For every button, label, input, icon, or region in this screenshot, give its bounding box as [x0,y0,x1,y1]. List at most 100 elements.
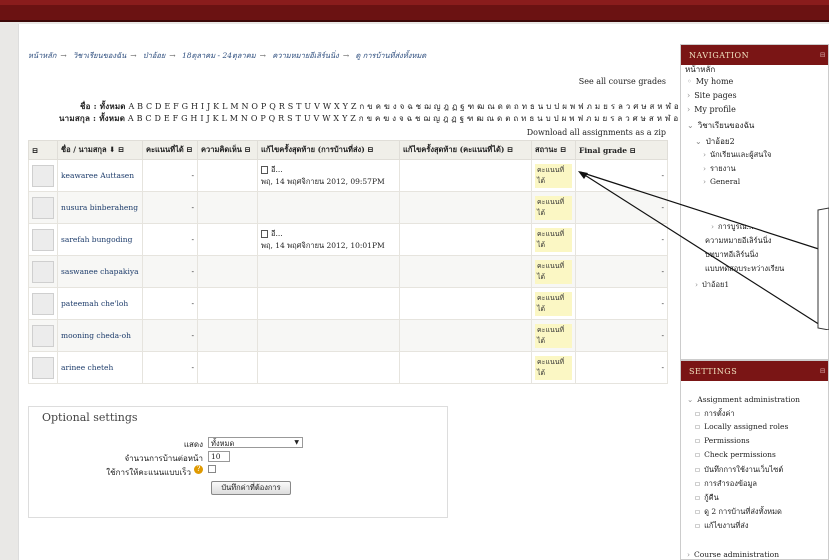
col-name[interactable]: ชื่อ / นามสกุล ⬇ ⊟ [57,140,143,160]
table-row: sarefah bungoding - อี... พฤ, 14 พฤศจิกายน … [28,223,668,256]
nav-item[interactable]: ◦ My home [687,77,733,86]
table-row: saswanee chapakiya - คะแนนที่ได้ - [28,255,668,288]
see-all-grades-link[interactable]: See all course grades [579,77,666,86]
nav-item-label: หน้าหลัก [685,65,716,74]
settings-block: SETTINGS ⊟ ⌄ Assignment administration ▫ การ… [680,360,829,560]
student-name[interactable]: pateemah che'loh [57,287,143,320]
final-grade-cell: - [575,287,668,320]
row-select-cell [28,159,58,192]
student-name[interactable]: nusura binberaheng [57,191,143,224]
navigation-header: NAVIGATION ⊟ [681,45,828,65]
nav-item[interactable]: › My profile [687,105,736,114]
submission-file-link[interactable]: อี... [271,229,283,238]
nav-item[interactable]: ⌄ วิชาเรียนของฉัน [687,119,754,132]
nav-item[interactable]: ความหมายอีเลิร์นนิ่ง [705,235,772,247]
settings-bullet-icon: ▫ [695,422,701,431]
avatar[interactable] [32,356,54,379]
settings-item[interactable]: ▫ แก้ไขงานที่ส่ง [695,520,749,532]
block-control-icon[interactable]: ⊟ [820,51,826,59]
student-name[interactable]: arinee cheteh [57,351,143,384]
status-badge[interactable]: คะแนนที่ได้ [535,227,572,252]
nav-item[interactable]: › ป่าอ้อย1 [695,279,729,291]
status-badge[interactable]: คะแนนที่ได้ [535,195,572,220]
col-grade-modified[interactable]: แก้ไขครั้งสุดท้าย (คะแนนที่ได้) ⊟ [399,140,532,160]
avatar[interactable] [32,292,54,315]
block-control-icon[interactable]: ⊟ [820,367,826,375]
student-name[interactable]: mooning cheda-oh [57,319,143,352]
settings-item[interactable]: ▫ กู้คืน [695,492,719,504]
nav-item[interactable]: › นักเรียนและผู้สนใจ [703,149,771,161]
last-name-letters[interactable]: A B C D E F G H I J K L M N O P Q R S T … [128,114,686,123]
nav-item[interactable]: › General [703,177,740,186]
nav-item[interactable]: แบบทดสอบระหว่างเรียน [705,263,784,275]
status-badge[interactable]: คะแนนที่ได้ [535,355,572,380]
save-preferences-button[interactable]: บันทึกค่าที่ต้องการ [211,481,291,495]
avatar[interactable] [32,228,54,251]
avatar[interactable] [32,324,54,347]
final-grade-cell: - [575,191,668,224]
avatar[interactable] [32,196,54,219]
avatar[interactable] [32,164,54,187]
last-name-all-link[interactable]: ทั้งหมด [99,113,125,123]
col-final-grade[interactable]: Final grade ⊟ [575,140,668,160]
status-badge[interactable]: คะแนนที่ได้ [535,259,572,284]
col-comment[interactable]: ความคิดเห็น ⊟ [197,140,258,160]
nav-item-label: วิชาเรียนของฉัน [697,121,755,130]
show-select[interactable]: ทั้งหมด ▼ [208,437,303,448]
settings-item-label: ดู 2 การบ้านที่ส่งทั้งหมด [704,507,782,516]
nav-item[interactable]: › Site pages [687,91,737,100]
table-row: arinee cheteh - คะแนนที่ได้ - [28,351,668,384]
settings-item-label: แก้ไขงานที่ส่ง [704,521,749,530]
nav-item[interactable]: หน้าหลัก [685,63,715,76]
student-name[interactable]: sarefah bungoding [57,223,143,256]
settings-item[interactable]: › Course administration [687,550,779,559]
first-name-letters[interactable]: A B C D E F G H I J K L M N O P Q R S T … [128,102,686,111]
grade-modified-cell [399,191,532,224]
breadcrumb-course[interactable]: ป่าอ้อย [143,51,165,60]
status-badge[interactable]: คะแนนที่ได้ [535,291,572,316]
grade-cell: - [142,191,198,224]
settings-item[interactable]: ▫ Permissions [695,436,750,445]
submission-cell [257,255,400,288]
student-name[interactable]: saswanee chapakiya [57,255,143,288]
col-submission-modified[interactable]: แก้ไขครั้งสุดท้าย (การบ้านที่ส่ง) ⊟ [257,140,400,160]
nav-bullet-icon: › [711,222,714,231]
settings-item[interactable]: ▫ Check permissions [695,450,776,459]
first-name-all-link[interactable]: ทั้งหมด [100,101,126,111]
breadcrumb-week[interactable]: 18ตุลาคม - 24ตุลาคม [182,51,256,60]
breadcrumb-home[interactable]: หน้าหลัก [28,51,56,60]
download-all-link[interactable]: Download all assignments as a zip [527,128,666,137]
settings-item[interactable]: ▫ การตั้งค่า [695,408,735,420]
status-badge[interactable]: คะแนนที่ได้ [535,163,572,188]
settings-item[interactable]: ▫ ดู 2 การบ้านที่ส่งทั้งหมด [695,506,782,518]
comment-cell [197,255,258,288]
settings-item[interactable]: ▫ Locally assigned roles [695,422,788,431]
breadcrumb-my-courses[interactable]: วิชาเรียนของฉัน [73,51,126,60]
settings-item[interactable]: ⌄ Assignment administration [687,395,800,404]
nav-item[interactable]: ⌄ ป่าอ้อย2 [695,135,735,148]
col-select[interactable]: ⊟ [28,140,58,160]
nav-item[interactable]: › รายงาน [703,163,736,175]
final-grade-cell: - [575,351,668,384]
settings-bullet-icon: › [687,550,690,559]
perpage-input[interactable]: 10 [208,451,230,462]
help-icon[interactable]: ? [194,465,203,474]
row-select-cell [28,351,58,384]
nav-item[interactable]: › การบูรณ... [711,221,754,233]
submission-file-link[interactable]: อี... [271,165,283,174]
settings-item[interactable]: ▫ บันทึกการใช้งานเว็บไซต์ [695,464,783,476]
settings-item[interactable]: ▫ การสำรองข้อมูล [695,478,757,490]
grade-modified-cell [399,159,532,192]
settings-item-label: การตั้งค่า [704,409,735,418]
col-grade[interactable]: คะแนนที่ได้ ⊟ [142,140,198,160]
quick-grading-label: ใช้การให้คะแนนแบบเร็ว [106,468,191,477]
avatar[interactable] [32,260,54,283]
breadcrumb-activity[interactable]: ความหมายอีเลิร์นนิ่ง [272,51,339,60]
col-status[interactable]: สถานะ ⊟ [531,140,576,160]
quick-grading-checkbox[interactable] [208,465,216,473]
status-badge[interactable]: คะแนนที่ได้ [535,323,572,348]
settings-item-label: Course administration [694,550,780,559]
student-name[interactable]: keawaree Auttasen [57,159,143,192]
settings-header: SETTINGS ⊟ [681,361,828,381]
nav-item[interactable]: บทบาทอีเลิร์นนิ่ง [705,249,758,261]
